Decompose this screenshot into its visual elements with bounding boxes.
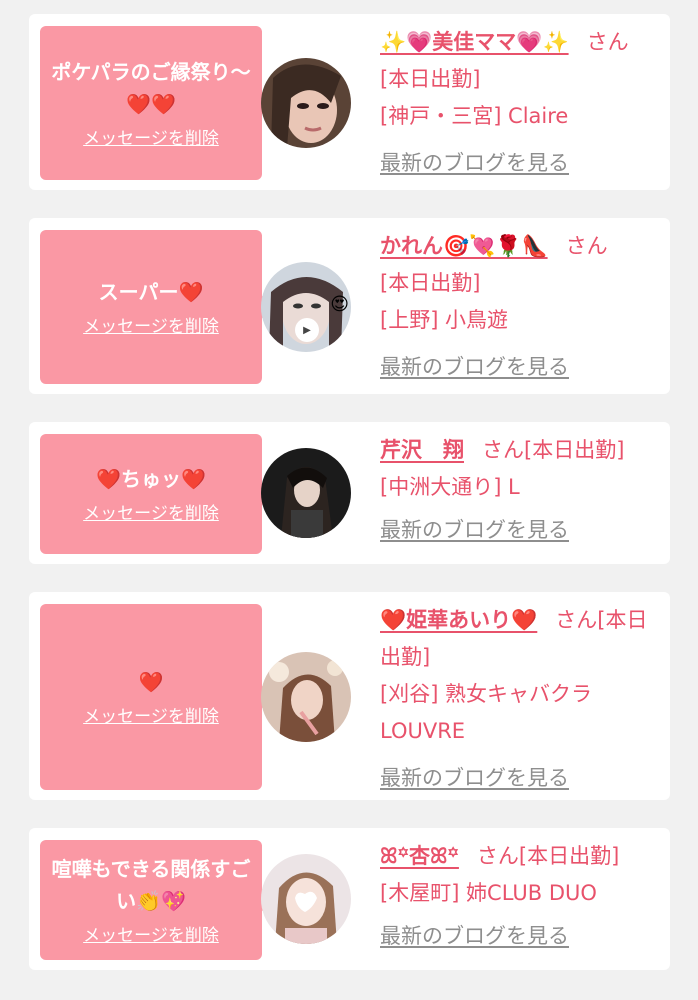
cast-info: 芹沢 翔さん[本日出勤] [中洲大通り] L 最新のブログを見る [380, 432, 662, 549]
latest-blog-link[interactable]: 最新のブログを見る [380, 355, 569, 379]
delete-message-link[interactable]: メッセージを削除 [83, 316, 219, 338]
cast-name-link[interactable]: かれん🎯💘🌹👠 [380, 234, 548, 258]
message-text: ❤️ [138, 670, 164, 694]
cast-name-link[interactable]: ꕤ꙳杏ꕤ꙳ [380, 844, 459, 868]
shop-location: [上野] 小鳥遊 [380, 308, 509, 332]
message-card: 喧嘩もできる関係すごい👏💖 メッセージを削除 ꕤ꙳杏ꕤ꙳ さん[本日出勤] [木屋… [29, 828, 670, 970]
cast-info: かれん🎯💘🌹👠 さん [本日出勤] [上野] 小鳥遊 最新のブログを見る [380, 228, 662, 386]
cast-name-link[interactable]: ❤️姫華あいり❤️ [380, 608, 537, 632]
message-bubble: ❤️ちゅッ❤️ メッセージを削除 [40, 434, 273, 554]
avatar[interactable]: ▶ 😍 [261, 262, 351, 352]
message-text: スーパー❤️ [98, 280, 204, 304]
message-bubble: 喧嘩もできる関係すごい👏💖 メッセージを削除 [40, 840, 273, 960]
san-label: さん [555, 608, 598, 632]
heart-eyes-icon: 😍 [330, 294, 349, 315]
san-label: さん [565, 234, 608, 258]
attendance-status: [本日出勤] [518, 844, 620, 868]
message-card: ❤️ メッセージを削除 ❤️姫華あいり❤️ さん[本日出勤] [刈谷] 熟女キャバ… [29, 592, 670, 800]
cast-info: ❤️姫華あいり❤️ さん[本日出勤] [刈谷] 熟女キャバクラ LOUVRE 最新… [380, 602, 662, 797]
delete-message-link[interactable]: メッセージを削除 [83, 925, 219, 947]
message-text: 喧嘩もできる関係すごい👏💖 [51, 857, 251, 913]
avatar[interactable] [261, 854, 351, 944]
message-card: ポケパラのご縁祭り〜❤️❤️ メッセージを削除 ✨💗美佳ママ💗✨ さん [本日出勤… [29, 14, 670, 190]
latest-blog-link[interactable]: 最新のブログを見る [380, 518, 569, 542]
message-bubble: ❤️ メッセージを削除 [40, 604, 273, 790]
delete-message-link[interactable]: メッセージを削除 [83, 128, 219, 150]
cast-name-link[interactable]: 芹沢 翔 [380, 438, 464, 462]
cast-name-link[interactable]: ✨💗美佳ママ💗✨ [380, 30, 569, 54]
latest-blog-link[interactable]: 最新のブログを見る [380, 151, 569, 175]
san-label: さん [586, 30, 629, 54]
message-bubble: スーパー❤️ メッセージを削除 [40, 230, 273, 384]
latest-blog-link[interactable]: 最新のブログを見る [380, 766, 569, 790]
shop-location: [中洲大通り] L [380, 475, 520, 499]
cast-info: ✨💗美佳ママ💗✨ さん [本日出勤] [神戸・三宮] Claire 最新のブログを… [380, 24, 662, 182]
play-icon: ▶ [295, 318, 319, 342]
attendance-status: [本日出勤] [524, 438, 625, 462]
message-text: ポケパラのご縁祭り〜❤️❤️ [51, 60, 251, 116]
message-bubble: ポケパラのご縁祭り〜❤️❤️ メッセージを削除 [40, 26, 273, 180]
delete-message-link[interactable]: メッセージを削除 [83, 503, 219, 525]
avatar[interactable] [261, 652, 351, 742]
message-card: ❤️ちゅッ❤️ メッセージを削除 芹沢 翔さん[本日出勤] [中洲大通り] L … [29, 422, 670, 564]
shop-location: [神戸・三宮] Claire [380, 104, 569, 128]
attendance-status: [本日出勤] [380, 67, 481, 91]
message-text: ❤️ちゅッ❤️ [96, 467, 206, 491]
san-label: さん [482, 438, 524, 462]
san-label: さん [476, 844, 519, 868]
message-card: スーパー❤️ メッセージを削除 ▶ 😍 かれん🎯💘🌹👠 さん [本日出勤] [上野… [29, 218, 670, 394]
avatar[interactable] [261, 448, 351, 538]
cast-info: ꕤ꙳杏ꕤ꙳ さん[本日出勤] [木屋町] 姉CLUB DUO 最新のブログを見る [380, 838, 662, 955]
delete-message-link[interactable]: メッセージを削除 [83, 706, 219, 728]
attendance-status: [本日出勤] [380, 271, 481, 295]
shop-location: [刈谷] 熟女キャバクラ LOUVRE [380, 682, 593, 743]
latest-blog-link[interactable]: 最新のブログを見る [380, 924, 569, 948]
avatar[interactable] [261, 58, 351, 148]
shop-location: [木屋町] 姉CLUB DUO [380, 881, 597, 905]
